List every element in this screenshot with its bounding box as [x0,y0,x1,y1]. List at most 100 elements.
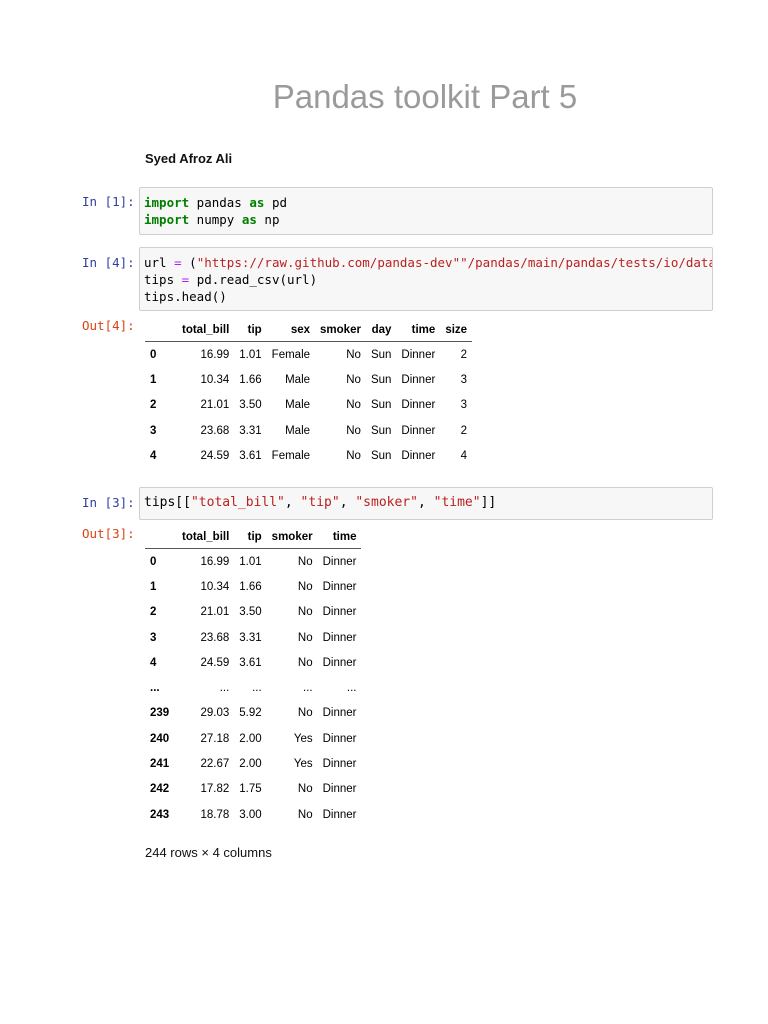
table-cell: Dinner [322,656,357,669]
table-cell: Dinner [401,399,436,412]
table-cell: 5.92 [239,707,262,720]
table-cell: Dinner [401,348,436,361]
table-cell: No [346,373,361,386]
column-header: time [396,319,441,342]
table-cell: Dinner [401,449,436,462]
keyword: as [249,195,265,210]
column-header: smoker [266,526,318,549]
column-header: total_bill [177,319,235,342]
table-cell: Sun [370,373,392,386]
table-row: 243 18.78 3.00 No Dinner [145,802,361,827]
output-prompt-4: Out[4]: [82,318,135,333]
table-cell: 2 [460,424,468,437]
table-row: 240 27.18 2.00 Yes Dinner [145,726,361,751]
table-cell: 10.34 [200,580,230,593]
table-cell: Male [285,373,311,386]
table-cell: Female [271,348,311,361]
row-index: 4 [150,656,157,669]
code-text: tips [144,272,182,287]
table-cell: Female [271,449,311,462]
table-cell: 1.01 [239,555,262,568]
row-index: 0 [150,348,157,361]
table-cell: 24.59 [200,449,230,462]
table-cell: 3.61 [239,656,262,669]
input-prompt-3: In [3]: [82,495,135,510]
table-cell: 3.31 [239,424,262,437]
output-table-selection: total_bill tip smoker time 0 16.99 1.01 No Dinne… [145,526,362,827]
keyword: import [144,195,190,210]
table-cell: 21.01 [200,606,230,619]
table-cell: No [346,424,361,437]
page-title: Pandas toolkit Part 5 [272,78,578,115]
table-cell: 2.00 [239,732,262,745]
code-text: url [144,255,175,270]
column-header: tip [234,526,267,549]
table-cell: Dinner [322,808,357,821]
table-cell: No [297,783,313,796]
table-cell: 27.18 [200,732,230,745]
column-header: day [365,319,397,342]
rows-columns-info: 244 rows × 4 columns [145,845,272,860]
table-cell: No [346,348,361,361]
table-cell: No [297,656,313,669]
table-row: ............... [145,675,361,700]
table-row: 4 24.59 3.61 No Dinner [145,650,361,675]
table-cell: Male [285,399,311,412]
operator: = [174,255,182,270]
table-cell: 18.78 [200,808,230,821]
table-cell: Dinner [322,783,357,796]
table-cell: Dinner [322,580,357,593]
code-text: tips[[ [144,495,191,510]
column-header [145,319,177,342]
table-row: 0 16.99 1.01 No Dinner [145,549,361,575]
table-cell: Sun [370,399,392,412]
table-cell: 2 [460,348,468,361]
table-cell: 1.75 [239,783,262,796]
table-cell: 4 [460,449,468,462]
code-cell-1[interactable]: import pandas as pd import numpy as np [139,187,713,235]
input-prompt-4: In [4]: [82,255,135,270]
code-text: tips.head() [144,289,227,304]
code-text: pandas [189,195,250,210]
table-row: 0 16.99 1.01 Female No Sun Dinner 2 [145,342,472,368]
keyword: as [241,212,257,227]
row-index: 239 [150,707,170,720]
table-cell: Sun [370,348,392,361]
table-cell: No [297,631,313,644]
table-cell: ... [252,682,262,695]
notebook-page: Pandas toolkit Part 5 Syed Afroz Ali In … [0,0,768,1024]
column-header: sex [266,319,316,342]
table-cell: 2.00 [239,758,262,771]
table-cell: 16.99 [200,555,230,568]
table-cell: 3 [460,373,468,386]
row-index: 243 [150,808,170,821]
table-cell: Dinner [322,758,357,771]
code-text: ( [181,255,197,270]
string-literal: "https://raw.github.com/pandas-dev""/pan… [196,255,712,270]
row-index: 1 [150,373,157,386]
table-cell: No [297,580,313,593]
table-cell: Dinner [322,732,357,745]
table-cell: Yes [293,732,313,745]
table-cell: 3.61 [239,449,262,462]
code-text: pd [264,195,288,210]
code-cell-4[interactable]: url = ("https://raw.github.com/pandas-de… [139,247,713,311]
table-cell: No [346,449,361,462]
dataframe-table-1: total_bill tip sex smoker day time size 0 16.99 1… [145,319,473,468]
table-row: 241 22.67 2.00 Yes Dinner [145,751,361,776]
table-cell: 1.66 [239,373,262,386]
table-cell: 24.59 [200,656,230,669]
table-cell: Dinner [322,606,357,619]
table-cell: 1.01 [239,348,262,361]
string-literal: "smoker" [355,495,418,510]
table-cell: Dinner [322,555,357,568]
table-cell: 3.50 [239,399,262,412]
keyword: import [144,212,190,227]
column-header: smoker [315,319,366,342]
table-cell: ... [219,682,230,695]
row-index: ... [150,682,160,695]
code-cell-3[interactable]: tips[["total_bill", "tip", "smoker", "ti… [139,487,713,520]
column-header: total_bill [177,526,235,549]
code-text: , [417,495,434,510]
output-table-head: total_bill tip sex smoker day time size 0 16.99 1… [145,319,473,468]
